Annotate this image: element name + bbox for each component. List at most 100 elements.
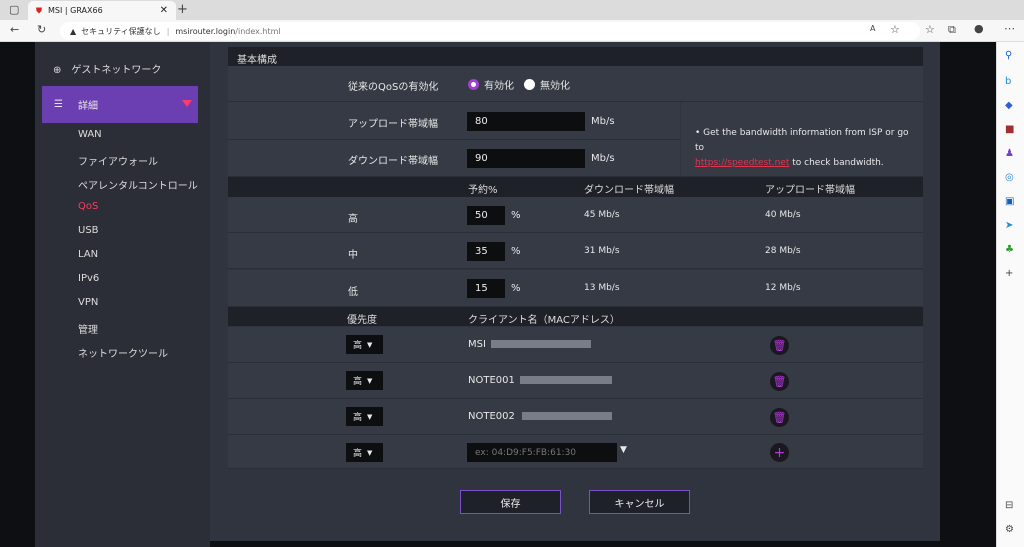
client-name: MSI	[468, 339, 591, 350]
sidebar-item-guest-network[interactable]: ⊕ ゲストネットワーク	[53, 61, 216, 76]
bandwidth-info: • Get the bandwidth information from ISP…	[681, 102, 923, 177]
security-label: セキュリティ保護なし	[81, 26, 161, 36]
sidebar-label: 詳細	[78, 101, 98, 112]
mac-dropdown-icon[interactable]: ▼	[620, 445, 627, 455]
tools-icon[interactable]: ■	[1005, 124, 1014, 135]
priority-value: 高	[353, 413, 363, 423]
sidebar-label: ゲストネットワーク	[71, 65, 162, 76]
favorite-icon[interactable]: ☆	[890, 23, 900, 36]
profile-icon[interactable]: ●	[974, 22, 984, 35]
caret-down-icon: ▼	[367, 412, 373, 421]
priority-select[interactable]: 高 ▼	[346, 443, 383, 462]
trash-icon[interactable]: 🗑	[770, 336, 789, 355]
tab-actions-icon[interactable]: ▢	[9, 3, 19, 16]
qos-enable-row: 従来のQoSの有効化 有効化 無効化	[228, 66, 923, 102]
panel-icon[interactable]: ⊟	[1005, 500, 1013, 511]
level-upload: 40 Mb/s	[765, 210, 801, 220]
level-row: 低 15 % 13 Mb/s 12 Mb/s	[228, 270, 923, 307]
level-name: 高	[348, 214, 358, 225]
percent-sign: %	[511, 283, 521, 294]
priority-select[interactable]: 高 ▼	[346, 371, 383, 390]
client-row: 高 ▼ NOTE002 🗑	[228, 399, 923, 435]
sidebar-item-wan[interactable]: WAN	[78, 129, 102, 140]
upload-input[interactable]: 80	[467, 112, 585, 131]
browser-tab[interactable]: ⛊ MSI | GRAX66 ✕	[28, 1, 176, 20]
close-tab-icon[interactable]: ✕	[160, 5, 168, 16]
router-sidebar: ⊕ ゲストネットワーク ☰ 詳細 WAN ファイアウォール ペアレンタルコントロー…	[35, 42, 210, 547]
save-button[interactable]: 保存	[460, 490, 561, 514]
mac-input[interactable]: ex: 04:D9:F5:FB:61:30	[467, 443, 617, 462]
priority-select[interactable]: 高 ▼	[346, 335, 383, 354]
priority-value: 高	[353, 341, 363, 351]
more-icon[interactable]: ⋯	[1004, 22, 1015, 35]
sidebar-item-qos[interactable]: QoS	[78, 201, 98, 212]
level-table-header: 予約% ダウンロード帯域幅 アップロード帯域幅	[228, 177, 923, 197]
new-tab-icon[interactable]: +	[177, 2, 188, 17]
outlook-icon[interactable]: ▣	[1005, 196, 1014, 207]
trash-icon[interactable]: 🗑	[770, 372, 789, 391]
add-icon[interactable]: +	[1005, 268, 1013, 279]
info-tail: to check bandwidth.	[792, 158, 884, 168]
client-row: 高 ▼ MSI 🗑	[228, 327, 923, 363]
read-aloud-icon[interactable]: A	[870, 24, 875, 33]
games-icon[interactable]: ♟	[1005, 148, 1014, 159]
radio-disable[interactable]: 無効化	[524, 77, 570, 92]
col-upload: アップロード帯域幅	[765, 185, 855, 196]
priority-value: 高	[353, 449, 363, 459]
globe-icon: ⊕	[53, 65, 62, 76]
col-reserve: 予約%	[468, 185, 498, 196]
url-input[interactable]: ▲ セキュリティ保護なし | msirouter.login/index.htm…	[60, 22, 920, 40]
sliders-icon: ☰	[54, 99, 63, 110]
sidebar-item-parental[interactable]: ペアレンタルコントロール	[78, 177, 198, 192]
qos-panel: 基本構成 従来のQoSの有効化 有効化 無効化 アップロード帯域幅 80 Mb/…	[210, 42, 940, 541]
office-icon[interactable]: ◎	[1005, 172, 1014, 183]
reserve-percent-input[interactable]: 35	[467, 242, 505, 261]
level-row: 中 35 % 31 Mb/s 28 Mb/s	[228, 233, 923, 269]
percent-sign: %	[511, 246, 521, 257]
url-host: msirouter.login	[175, 26, 236, 36]
sidebar-item-firewall[interactable]: ファイアウォール	[78, 153, 158, 168]
client-table-header: 優先度 クライアント名（MACアドレス）	[228, 307, 923, 326]
trash-icon[interactable]: 🗑	[770, 408, 789, 427]
sidebar-item-network-tools[interactable]: ネットワークツール	[78, 345, 168, 360]
radio-enable[interactable]: 有効化	[468, 77, 514, 92]
priority-select[interactable]: 高 ▼	[346, 407, 383, 426]
level-download: 45 Mb/s	[584, 210, 620, 220]
download-label: ダウンロード帯域幅	[348, 156, 438, 167]
level-upload: 12 Mb/s	[765, 283, 801, 293]
bing-icon[interactable]: b	[1005, 76, 1011, 87]
sidebar-item-usb[interactable]: USB	[78, 225, 99, 236]
refresh-icon[interactable]: ↻	[37, 23, 46, 36]
sidebar-item-ipv6[interactable]: IPv6	[78, 273, 99, 284]
sidebar-item-lan[interactable]: LAN	[78, 249, 98, 260]
download-row: ダウンロード帯域幅 90 Mb/s	[228, 140, 680, 177]
search-icon[interactable]: ⚲	[1005, 50, 1012, 61]
reserve-percent-input[interactable]: 15	[467, 279, 505, 298]
send-icon[interactable]: ➤	[1005, 220, 1013, 231]
reserve-percent-input[interactable]: 50	[467, 206, 505, 225]
address-bar-row: ← ↻ ▲ セキュリティ保護なし | msirouter.login/index…	[0, 20, 1024, 42]
client-row: 高 ▼ NOTE001 🗑	[228, 363, 923, 399]
sidebar-item-admin[interactable]: 管理	[78, 321, 98, 336]
percent-sign: %	[511, 210, 521, 221]
settings-icon[interactable]: ⚙	[1005, 524, 1014, 535]
edge-sidebar: ⚲ b ◆ ■ ♟ ◎ ▣ ➤ ♣ + ⊟ ⚙	[996, 42, 1024, 547]
radio-enable-label: 有効化	[484, 81, 514, 92]
collections-icon[interactable]: ⧉	[948, 23, 956, 37]
back-icon[interactable]: ←	[10, 23, 19, 36]
sidebar-item-advanced[interactable]: ☰ 詳細	[42, 86, 198, 123]
add-client-icon[interactable]: +	[770, 443, 789, 462]
speedtest-link[interactable]: https://speedtest.net	[695, 158, 789, 168]
level-name: 低	[348, 287, 358, 298]
tab-title: MSI | GRAX66	[48, 6, 103, 15]
sidebar-item-vpn[interactable]: VPN	[78, 297, 98, 308]
client-name-text: NOTE001	[468, 375, 515, 386]
caret-down-icon: ▼	[367, 376, 373, 385]
tag-icon[interactable]: ◆	[1005, 100, 1013, 111]
tree-icon[interactable]: ♣	[1005, 244, 1014, 255]
cancel-button[interactable]: キャンセル	[589, 490, 690, 514]
priority-value: 高	[353, 377, 363, 387]
client-name: NOTE002	[468, 411, 612, 422]
download-input[interactable]: 90	[467, 149, 585, 168]
favorites-icon[interactable]: ☆	[925, 23, 935, 36]
